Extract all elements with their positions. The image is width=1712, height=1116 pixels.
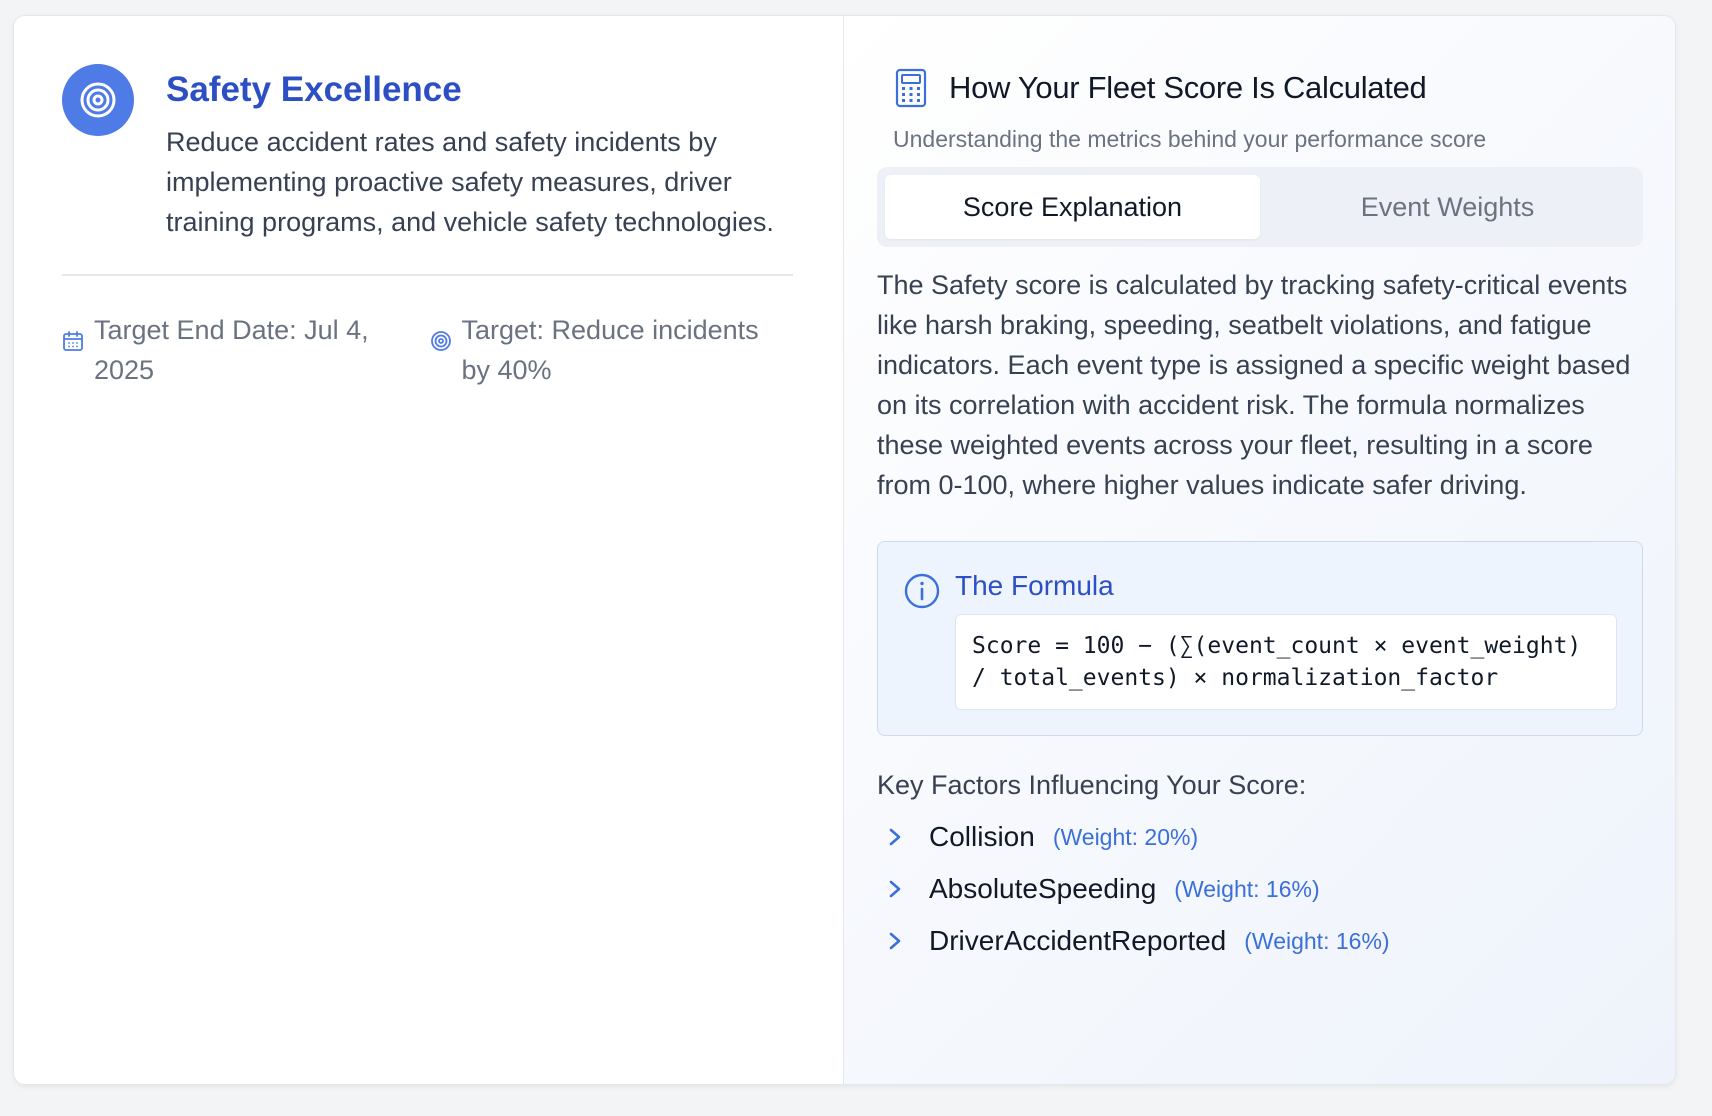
calculation-panel: How Your Fleet Score Is Calculated Under… [844,16,1675,1084]
factor-weight: (Weight: 16%) [1174,875,1320,902]
score-explanation-text: The Safety score is calculated by tracki… [877,270,1631,500]
factor-weight: (Weight: 16%) [1244,927,1390,954]
tab-event-weights[interactable]: Event Weights [1260,175,1635,239]
target-end-date-text: Target End Date: Jul 4, 2025 [94,315,369,385]
factor-item[interactable]: Collision (Weight: 20%) [885,821,1643,853]
goal-title: Safety Excellence [166,70,462,109]
calculator-icon [895,68,927,108]
chevron-right-icon [889,828,901,846]
goal-description: Reduce accident rates and safety inciden… [166,127,774,237]
formula-title: The Formula [955,570,1114,601]
calculation-header: How Your Fleet Score Is Calculated [893,68,1643,108]
target-metric-text: Target: Reduce incidents by 40% [461,315,759,385]
formula-box: The Formula Score = 100 − (∑(event_count… [877,541,1643,736]
key-factors-title: Key Factors Influencing Your Score: [877,770,1307,800]
tab-bar: Score Explanation Event Weights [877,167,1643,247]
target-end-date: Target End Date: Jul 4, 2025 [62,310,430,390]
formula-code: Score = 100 − (∑(event_count × event_wei… [955,614,1617,710]
target-metric: Target: Reduce incidents by 40% [430,310,794,390]
goal-meta: Target End Date: Jul 4, 2025 Target: Red… [62,310,793,390]
divider [62,274,793,276]
goal-header: Safety Excellence Reduce accident rates … [62,64,793,242]
calculation-subtitle: Understanding the metrics behind your pe… [893,126,1487,152]
target-small-icon [430,331,451,351]
calculation-title: How Your Fleet Score Is Calculated [949,70,1427,105]
info-icon [904,573,940,609]
factor-name: DriverAccidentReported [929,925,1227,956]
target-icon [62,64,134,136]
factor-weight: (Weight: 20%) [1052,823,1199,850]
factor-name: Collision [929,821,1035,852]
factor-name: AbsoluteSpeeding [929,873,1157,904]
tab-score-explanation[interactable]: Score Explanation [885,175,1260,239]
factor-item[interactable]: AbsoluteSpeeding (Weight: 16%) [885,873,1643,905]
chevron-right-icon [889,880,901,898]
factor-item[interactable]: DriverAccidentReported (Weight: 16%) [885,925,1643,957]
goal-card: Safety Excellence Reduce accident rates … [13,15,1676,1085]
calendar-icon [63,331,83,351]
goal-panel: Safety Excellence Reduce accident rates … [14,16,844,1084]
chevron-right-icon [889,932,901,950]
